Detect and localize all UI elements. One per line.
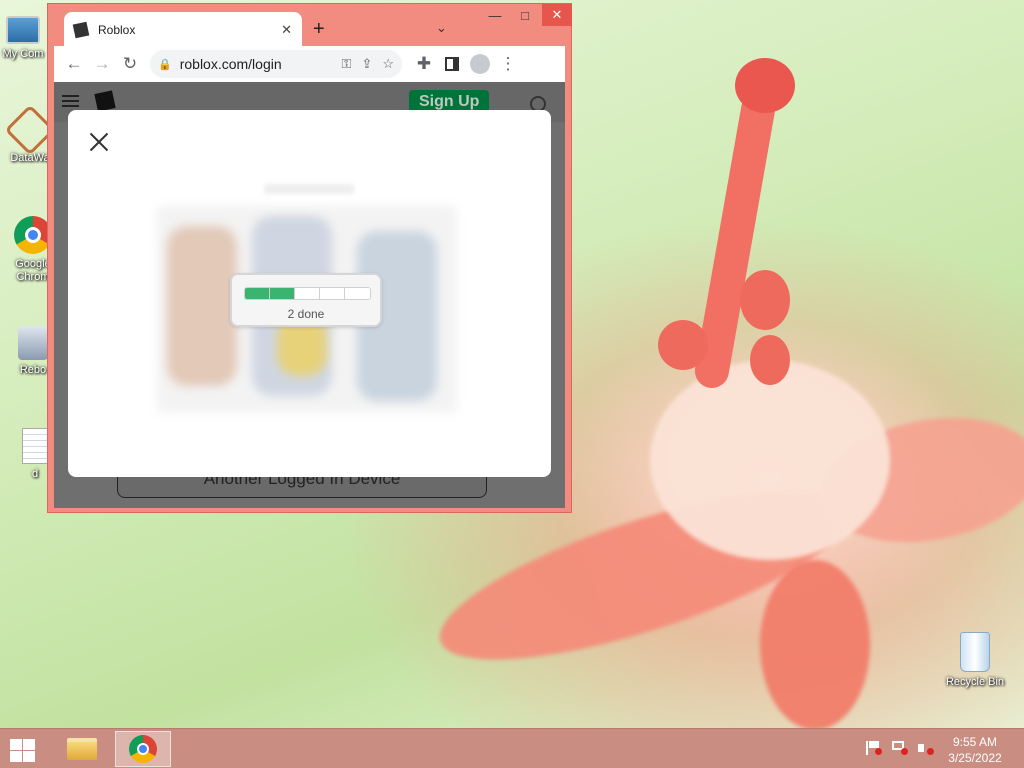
network-icon[interactable] [892, 741, 908, 755]
roblox-favicon-icon [72, 21, 90, 39]
side-panel-icon[interactable] [438, 50, 466, 78]
windows-logo-icon [10, 739, 22, 750]
progress-segment [270, 288, 295, 299]
browser-toolbar: ← → ↻ 🔒 roblox.com/login ⚿ ⇪ ☆ ✚ ⋮ [54, 46, 565, 82]
star-icon[interactable]: ☆ [382, 56, 394, 72]
computer-icon [6, 16, 40, 44]
progress-label: 2 done [287, 307, 325, 321]
wallpaper-anther [740, 270, 790, 330]
desktop-icon-label: Recycle Bin [945, 676, 1005, 688]
progress-segment [345, 288, 370, 299]
text-file-icon [22, 428, 48, 464]
desktop-icon-recycle-bin[interactable]: Recycle Bin [940, 632, 1010, 688]
hamburger-menu-icon[interactable] [62, 95, 79, 107]
more-menu-icon[interactable]: ⋮ [494, 50, 522, 78]
app-icon [18, 326, 48, 360]
recycle-bin-icon [960, 632, 990, 672]
wallpaper-anther [735, 58, 795, 113]
minimize-button[interactable]: — [480, 4, 510, 26]
progress-segment [320, 288, 345, 299]
chrome-icon [129, 735, 157, 763]
clock[interactable]: 9:55 AM 3/25/2022 [940, 734, 1010, 766]
taskbar-google-chrome[interactable] [115, 731, 171, 767]
tab-close-icon[interactable]: ✕ [281, 22, 292, 38]
tab-roblox[interactable]: Roblox ✕ [64, 12, 302, 48]
progress-bar [244, 287, 371, 300]
key-icon[interactable]: ⚿ [342, 56, 352, 72]
close-icon[interactable] [89, 132, 109, 152]
wallpaper-anther [658, 320, 708, 370]
url-text: roblox.com/login [179, 56, 282, 72]
wallpaper-petal [650, 360, 890, 560]
start-button[interactable] [8, 737, 38, 763]
taskbar-file-explorer[interactable] [54, 731, 110, 767]
roblox-logo-icon[interactable] [94, 90, 116, 112]
progress-segment [245, 288, 270, 299]
quick-login-modal: 2 done [68, 110, 551, 477]
wallpaper-petal [760, 560, 870, 728]
volume-muted-icon[interactable] [918, 741, 934, 755]
windows-logo-icon [23, 739, 35, 750]
clock-time: 9:55 AM [952, 735, 998, 749]
progress-segment [295, 288, 320, 299]
minimize-icon: — [488, 7, 502, 23]
lock-icon: 🔒 [158, 58, 172, 71]
new-tab-button[interactable]: + [313, 18, 325, 41]
reload-icon[interactable]: ↻ [116, 50, 144, 78]
share-icon[interactable]: ⇪ [361, 56, 372, 72]
back-arrow-icon[interactable]: ← [60, 50, 88, 78]
system-tray [866, 741, 934, 755]
maximize-icon: □ [521, 7, 529, 23]
forward-arrow-icon[interactable]: → [88, 50, 116, 78]
wallpaper-anther [750, 335, 790, 385]
maximize-button[interactable]: □ [510, 4, 540, 26]
windows-logo-icon [10, 751, 22, 762]
progress-indicator: 2 done [230, 273, 382, 327]
address-bar[interactable]: 🔒 roblox.com/login ⚿ ⇪ ☆ [150, 50, 402, 78]
clock-date: 3/25/2022 [948, 751, 1002, 765]
close-window-button[interactable]: ✕ [542, 4, 572, 26]
close-icon: ✕ [551, 7, 563, 22]
windows-logo-icon [23, 751, 35, 762]
action-center-flag-icon[interactable] [866, 741, 882, 755]
profile-avatar-icon[interactable] [466, 50, 494, 78]
tab-title: Roblox [98, 23, 136, 37]
tab-search-chevron-icon[interactable]: ⌄ [436, 20, 447, 36]
extensions-puzzle-icon[interactable]: ✚ [410, 50, 438, 78]
blurred-caption [264, 184, 354, 194]
folder-icon [67, 738, 97, 760]
taskbar: 9:55 AM 3/25/2022 [0, 728, 1024, 768]
